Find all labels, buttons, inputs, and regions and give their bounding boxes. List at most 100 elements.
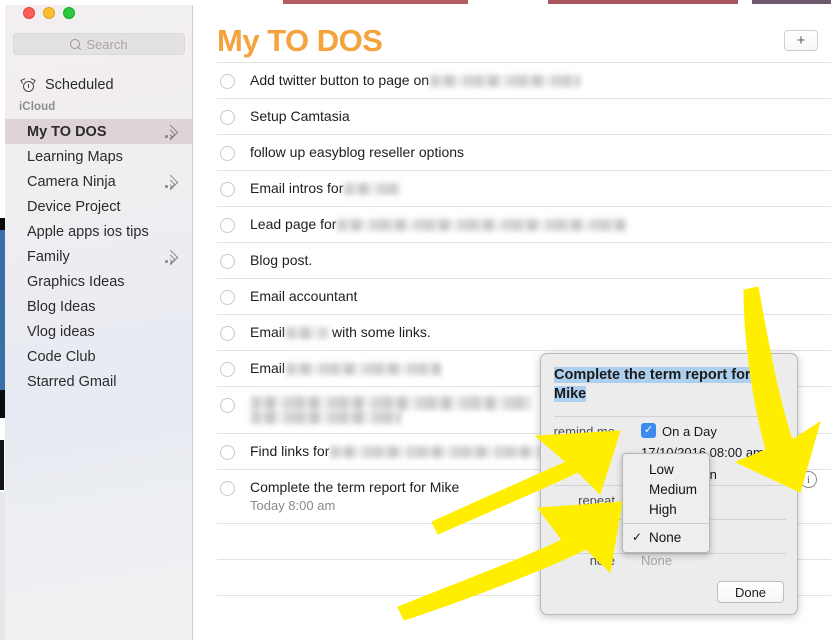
reminder-row[interactable]: Blog post. [217,242,831,278]
sidebar-item-label: Starred Gmail [27,373,117,390]
dropdown-item-label: Low [649,461,674,477]
popover-title[interactable]: Complete the term report for Mike [554,366,782,404]
sidebar-item-label: Scheduled [45,77,114,93]
sidebar-item-starred-gmail[interactable]: Starred Gmail [5,369,192,394]
reminder-title: Email [250,324,286,340]
reminder-row[interactable]: Email intros for [217,170,831,206]
sidebar-item-family[interactable]: Family [5,244,192,269]
on-a-day-label[interactable]: On a Day [662,424,717,439]
reminder-title: Email intros for [250,180,344,196]
reminder-text-line: Email intros for [250,180,831,197]
reminder-row[interactable]: Email with some links. [217,314,831,350]
reminder-title: Email accountant [250,288,358,304]
sidebar-item-label: Graphics Ideas [27,273,125,290]
dropdown-separator [623,523,709,524]
reminder-title: follow up easyblog reseller options [250,144,465,160]
background-window-chunk [548,0,738,4]
repeat-label: repeat [578,493,615,508]
sidebar-item-my-to-dos[interactable]: My TO DOS [5,119,192,144]
reminder-row[interactable]: Email accountant [217,278,831,314]
sidebar-item-label: Blog Ideas [27,298,96,315]
priority-dropdown-menu[interactable]: Low Medium High ✓ None [622,453,710,553]
search-placeholder: Search [86,36,128,52]
add-reminder-button[interactable]: + [784,30,818,51]
sidebar-item-scheduled[interactable]: Scheduled [5,71,192,99]
reminder-checkbox[interactable] [220,326,235,341]
sidebar-list: My TO DOS Learning Maps Camera Ninja Device… [5,119,192,394]
reminders-window: Search Scheduled iCloud My TO DOS Learnin… [0,0,831,640]
reminder-title: Lead page for [250,216,337,232]
reminder-row[interactable]: Add twitter button to page on [217,62,831,98]
background-window-edge [0,440,4,490]
redacted-text [344,182,401,195]
reminder-text-line: Add twitter button to page on [250,72,831,89]
reminder-title: Add twitter button to page on [250,72,430,88]
reminder-title: Complete the term report for Mike [250,479,460,495]
dropdown-item-label: Medium [649,481,698,497]
dropdown-item-low[interactable]: Low [623,459,709,479]
dropdown-item-label: None [649,529,682,545]
reminder-row[interactable]: Setup Camtasia [217,98,831,134]
page-title: My TO DOS [217,23,383,58]
note-label: note [589,553,615,568]
sidebar: Search Scheduled iCloud My TO DOS Learnin… [5,5,193,640]
reminder-checkbox[interactable] [220,398,235,413]
priority-label: priority [575,527,615,542]
sidebar-item-apple-apps-ios-tips[interactable]: Apple apps ios tips [5,219,192,244]
sidebar-item-camera-ninja[interactable]: Camera Ninja [5,169,192,194]
sidebar-item-label: Family [27,248,70,265]
dropdown-item-medium[interactable]: Medium [623,479,709,499]
sidebar-item-label: Device Project [27,198,121,215]
sidebar-item-learning-maps[interactable]: Learning Maps [5,144,192,169]
on-a-day-checkbox[interactable]: ✓ [641,423,656,438]
reminder-title-suffix: with some links. [332,324,431,340]
reminder-checkbox[interactable] [220,146,235,161]
reminder-title: Find links for [250,443,330,459]
background-window-chunk [752,0,831,4]
reminder-text-line: Email with some links. [250,324,831,341]
reminder-title: Email [250,360,286,376]
note-value[interactable]: None [641,553,672,568]
sidebar-item-label: My TO DOS [27,123,107,140]
reminder-checkbox[interactable] [220,218,235,233]
dropdown-item-none[interactable]: ✓ None [623,527,709,547]
reminder-checkbox[interactable] [220,481,235,496]
alarm-clock-icon [20,77,36,93]
reminder-text-line: Setup Camtasia [250,108,831,125]
sidebar-item-code-club[interactable]: Code Club [5,344,192,369]
background-window-chunk [283,0,468,4]
sidebar-item-label: Apple apps ios tips [27,223,149,240]
sidebar-item-graphics-ideas[interactable]: Graphics Ideas [5,269,192,294]
reminder-checkbox[interactable] [220,110,235,125]
reminder-text-line: follow up easyblog reseller options [250,144,831,161]
reminder-checkbox[interactable] [220,445,235,460]
window-controls [23,7,75,19]
reminder-row[interactable]: follow up easyblog reseller options [217,134,831,170]
reminder-row[interactable]: Lead page for [217,206,831,242]
sidebar-item-device-project[interactable]: Device Project [5,194,192,219]
done-button[interactable]: Done [717,581,784,603]
dropdown-item-label: High [649,501,677,517]
search-input[interactable]: Search [13,33,185,55]
reminder-checkbox[interactable] [220,182,235,197]
dropdown-item-high[interactable]: High [623,499,709,519]
zoom-button[interactable] [63,7,75,19]
remind-me-label: remind me [553,424,615,439]
shared-list-icon [162,249,179,265]
info-icon[interactable]: i [800,471,817,488]
reminder-checkbox[interactable] [220,254,235,269]
redacted-text [286,326,329,339]
sidebar-section-header: iCloud [19,101,56,113]
minimize-button[interactable] [43,7,55,19]
shared-list-icon [162,174,179,190]
checkmark-icon: ✓ [632,530,643,544]
reminder-checkbox[interactable] [220,290,235,305]
reminder-checkbox[interactable] [220,362,235,377]
reminder-checkbox[interactable] [220,74,235,89]
redacted-text [337,218,628,231]
sidebar-item-label: Vlog ideas [27,323,95,340]
sidebar-item-blog-ideas[interactable]: Blog Ideas [5,294,192,319]
close-button[interactable] [23,7,35,19]
sidebar-item-label: Code Club [27,348,96,365]
sidebar-item-vlog-ideas[interactable]: Vlog ideas [5,319,192,344]
